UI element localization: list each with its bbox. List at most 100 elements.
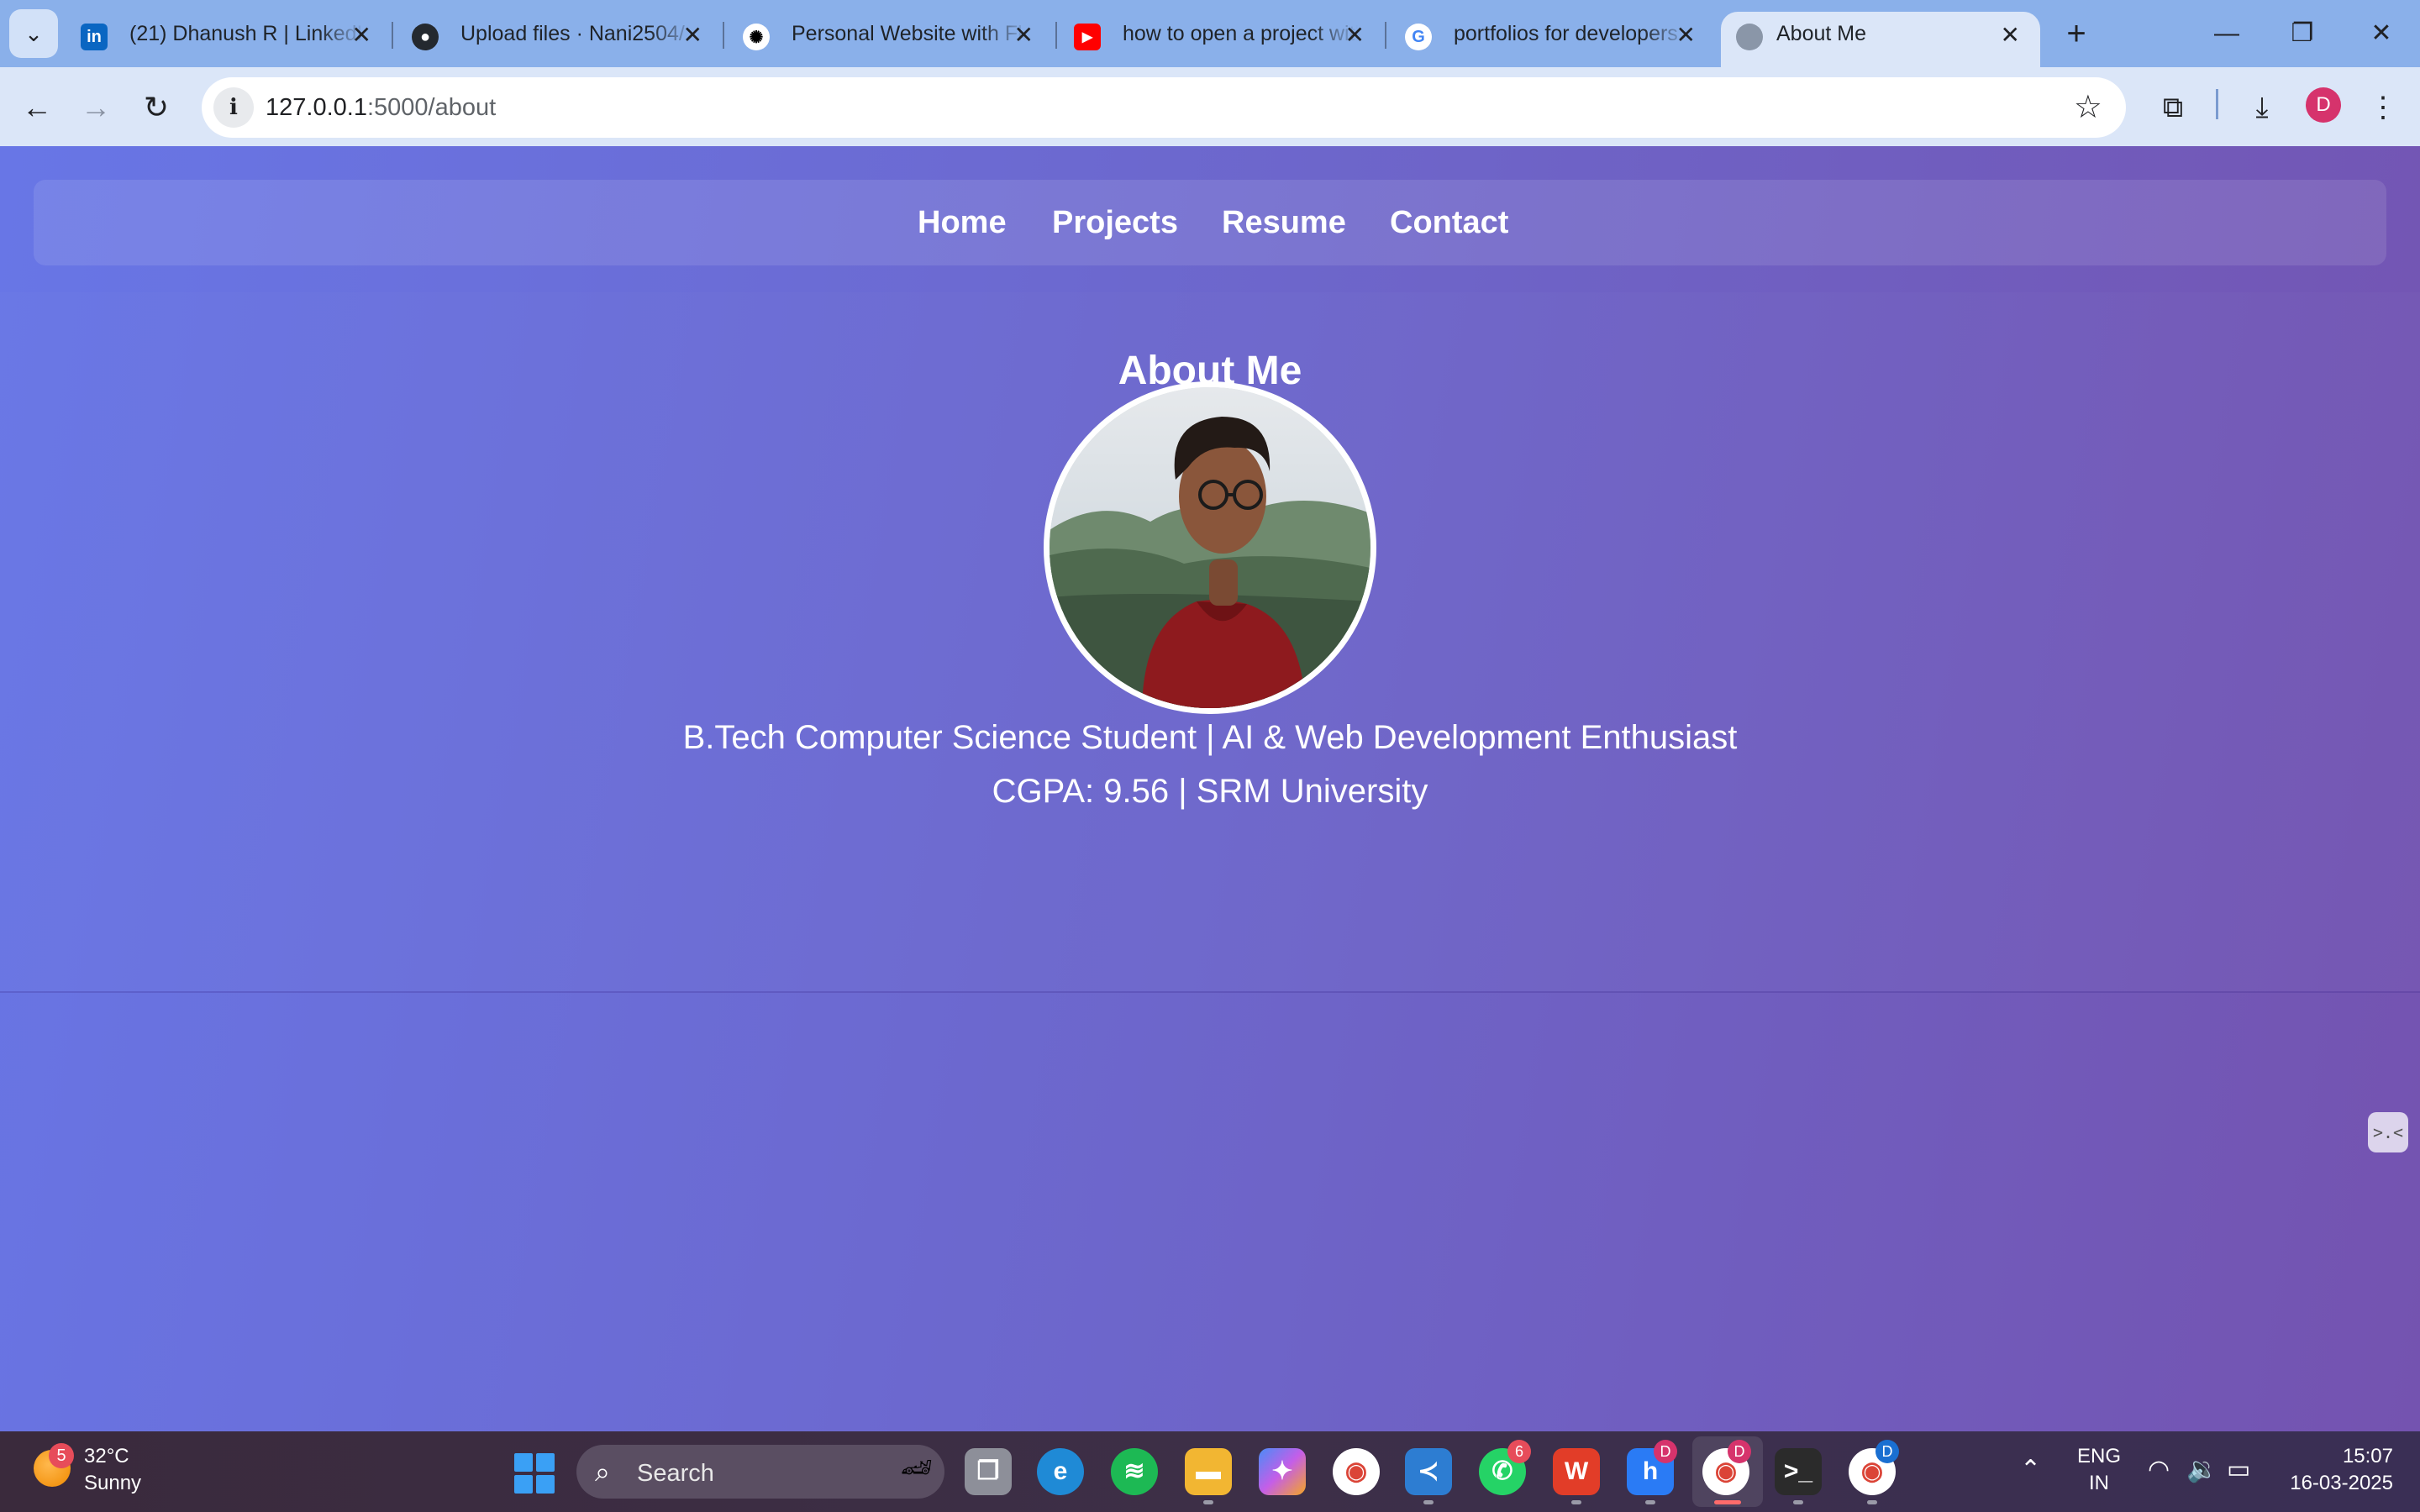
github-icon: ●: [412, 24, 439, 50]
tab-title: portfolios for developers: [1454, 22, 1678, 45]
whatsapp-badge: 6: [1507, 1440, 1531, 1463]
language-line: ENG: [2077, 1445, 2122, 1467]
taskbar: 5 32°C Sunny ⌕ Search 🏎 ❐ e ≋ ▬ ✦ ◉ ≺ ✆ …: [0, 1431, 2420, 1512]
active-indicator: [1714, 1500, 1741, 1504]
chrome-icon[interactable]: ◉: [1333, 1448, 1380, 1495]
tab-title: (21) Dhanush R | LinkedIn: [129, 22, 365, 45]
tab-github[interactable]: ● Upload files · Nani2504/ ✕: [376, 12, 723, 67]
task-view-icon[interactable]: ❐: [965, 1448, 1012, 1495]
nav-link-resume[interactable]: Resume: [1222, 180, 1346, 265]
windows-icon: [514, 1453, 533, 1472]
arrow-left-icon: ←: [22, 90, 52, 124]
search-icon: ⌕: [595, 1457, 610, 1487]
tab-chatgpt[interactable]: ✺ Personal Website with Flask ✕: [708, 12, 1054, 67]
volume-icon[interactable]: 🔉: [2186, 1455, 2217, 1484]
wps-office-icon[interactable]: W: [1553, 1448, 1600, 1495]
linkedin-icon: in: [81, 24, 108, 50]
vscode-icon[interactable]: ≺: [1405, 1448, 1452, 1495]
taskbar-search-placeholder: Search: [637, 1460, 714, 1487]
tab-youtube[interactable]: ▶ how to open a project with ✕: [1039, 12, 1385, 67]
about-tagline: B.Tech Computer Science Student | AI & W…: [682, 719, 1738, 756]
extensions-icon[interactable]: ⧉: [2151, 86, 2195, 129]
running-indicator: [1203, 1500, 1213, 1504]
edge-icon[interactable]: e: [1037, 1448, 1084, 1495]
clock-date[interactable]: 16-03-2025: [2284, 1472, 2393, 1495]
windows-icon-pane: [536, 1453, 555, 1472]
chevron-down-icon: ⌄: [24, 20, 43, 46]
chatgpt-icon: ✺: [743, 24, 770, 50]
minimize-button[interactable]: —: [2202, 8, 2252, 59]
start-button[interactable]: [514, 1453, 555, 1494]
windows-icon-pane: [536, 1475, 555, 1494]
youtube-icon: ▶: [1074, 24, 1101, 50]
profile-photo-image: [1050, 387, 1370, 708]
region-line: IN: [2089, 1472, 2109, 1494]
windows-icon-pane: [514, 1475, 533, 1494]
weather-badge: 5: [49, 1443, 74, 1468]
close-window-button[interactable]: ✕: [2356, 8, 2407, 59]
tab-strip: ⌄ in (21) Dhanush R | LinkedIn ✕ ● Uploa…: [0, 0, 2420, 67]
site-info-icon[interactable]: i: [213, 87, 254, 128]
copilot-icon[interactable]: ✦: [1259, 1448, 1306, 1495]
tab-title: Upload files · Nani2504/: [460, 22, 685, 45]
running-indicator: [1793, 1500, 1803, 1504]
profile-avatar[interactable]: D: [2306, 87, 2341, 123]
browser-toolbar: ← → ↻ i 127.0.0.1:5000/about ☆ ⧉ ⤓ ⋮: [0, 67, 2420, 146]
minimize-icon: —: [2214, 19, 2239, 47]
taskbar-search[interactable]: ⌕ Search 🏎: [576, 1445, 944, 1499]
url-path: :5000/about: [366, 94, 497, 121]
close-icon[interactable]: ✕: [1014, 20, 1034, 50]
bookmark-star-icon[interactable]: ☆: [2074, 87, 2102, 128]
terminal-icon[interactable]: >_: [1775, 1448, 1822, 1495]
side-panel-toggle[interactable]: >.<: [2368, 1112, 2408, 1152]
tab-about-me[interactable]: About Me ✕: [1721, 12, 2040, 67]
nav-link-projects[interactable]: Projects: [1052, 180, 1178, 265]
battery-icon[interactable]: ▭: [2227, 1455, 2250, 1484]
arrow-right-icon: →: [81, 90, 111, 124]
url-text: 127.0.0.1:5000/about: [266, 94, 496, 122]
url-host: 127.0.0.1: [266, 94, 367, 121]
language-indicator[interactable]: ENG IN: [2077, 1443, 2121, 1497]
reload-icon: ↻: [143, 90, 170, 124]
tab-google[interactable]: G portfolios for developers ✕: [1370, 12, 1716, 67]
reload-button[interactable]: ↻: [134, 86, 178, 129]
back-button[interactable]: ←: [15, 86, 59, 129]
close-icon: ✕: [2370, 19, 2392, 47]
page-viewport: Home Projects Resume Contact About Me B.…: [0, 146, 2420, 1431]
running-indicator: [1645, 1500, 1655, 1504]
close-icon[interactable]: ✕: [352, 20, 371, 50]
nav-link-home[interactable]: Home: [918, 180, 1007, 265]
chevron-up-icon[interactable]: ⌃: [2020, 1455, 2041, 1484]
profile-badge: D: [1654, 1440, 1677, 1463]
tab-title: Personal Website with Flask: [792, 22, 1027, 45]
nav-link-contact[interactable]: Contact: [1390, 180, 1508, 265]
profile-photo: [1044, 381, 1376, 714]
search-highlight-icon: 🏎: [900, 1454, 933, 1482]
file-explorer-icon[interactable]: ▬: [1185, 1448, 1232, 1495]
new-tab-button[interactable]: +: [2057, 15, 2096, 54]
globe-icon: [1736, 24, 1763, 50]
section-divider: [0, 991, 2420, 993]
running-indicator: [1423, 1500, 1434, 1504]
address-bar[interactable]: i 127.0.0.1:5000/about ☆: [202, 77, 2126, 138]
profile-badge: D: [1876, 1440, 1899, 1463]
running-indicator: [1571, 1500, 1581, 1504]
tab-linkedin[interactable]: in (21) Dhanush R | LinkedIn ✕: [45, 12, 392, 67]
site-nav: Home Projects Resume Contact: [34, 180, 2386, 265]
google-icon: G: [1405, 24, 1432, 50]
plus-icon: +: [2066, 15, 2086, 52]
weather-desc: Sunny: [84, 1472, 142, 1494]
close-icon[interactable]: ✕: [1345, 20, 1365, 50]
restore-button[interactable]: ❐: [2277, 8, 2328, 59]
tab-title: how to open a project with: [1123, 22, 1358, 45]
close-icon[interactable]: ✕: [1676, 20, 1696, 50]
tab-title: About Me: [1776, 22, 1867, 45]
download-icon[interactable]: ⤓: [2240, 86, 2284, 129]
forward-button[interactable]: →: [74, 86, 118, 129]
kebab-menu-icon[interactable]: ⋮: [2361, 86, 2405, 129]
wifi-icon[interactable]: ◠: [2148, 1455, 2170, 1484]
clock-time[interactable]: 15:07: [2284, 1445, 2393, 1468]
close-icon[interactable]: ✕: [2001, 20, 2020, 50]
spotify-icon[interactable]: ≋: [1111, 1448, 1158, 1495]
close-icon[interactable]: ✕: [683, 20, 702, 50]
